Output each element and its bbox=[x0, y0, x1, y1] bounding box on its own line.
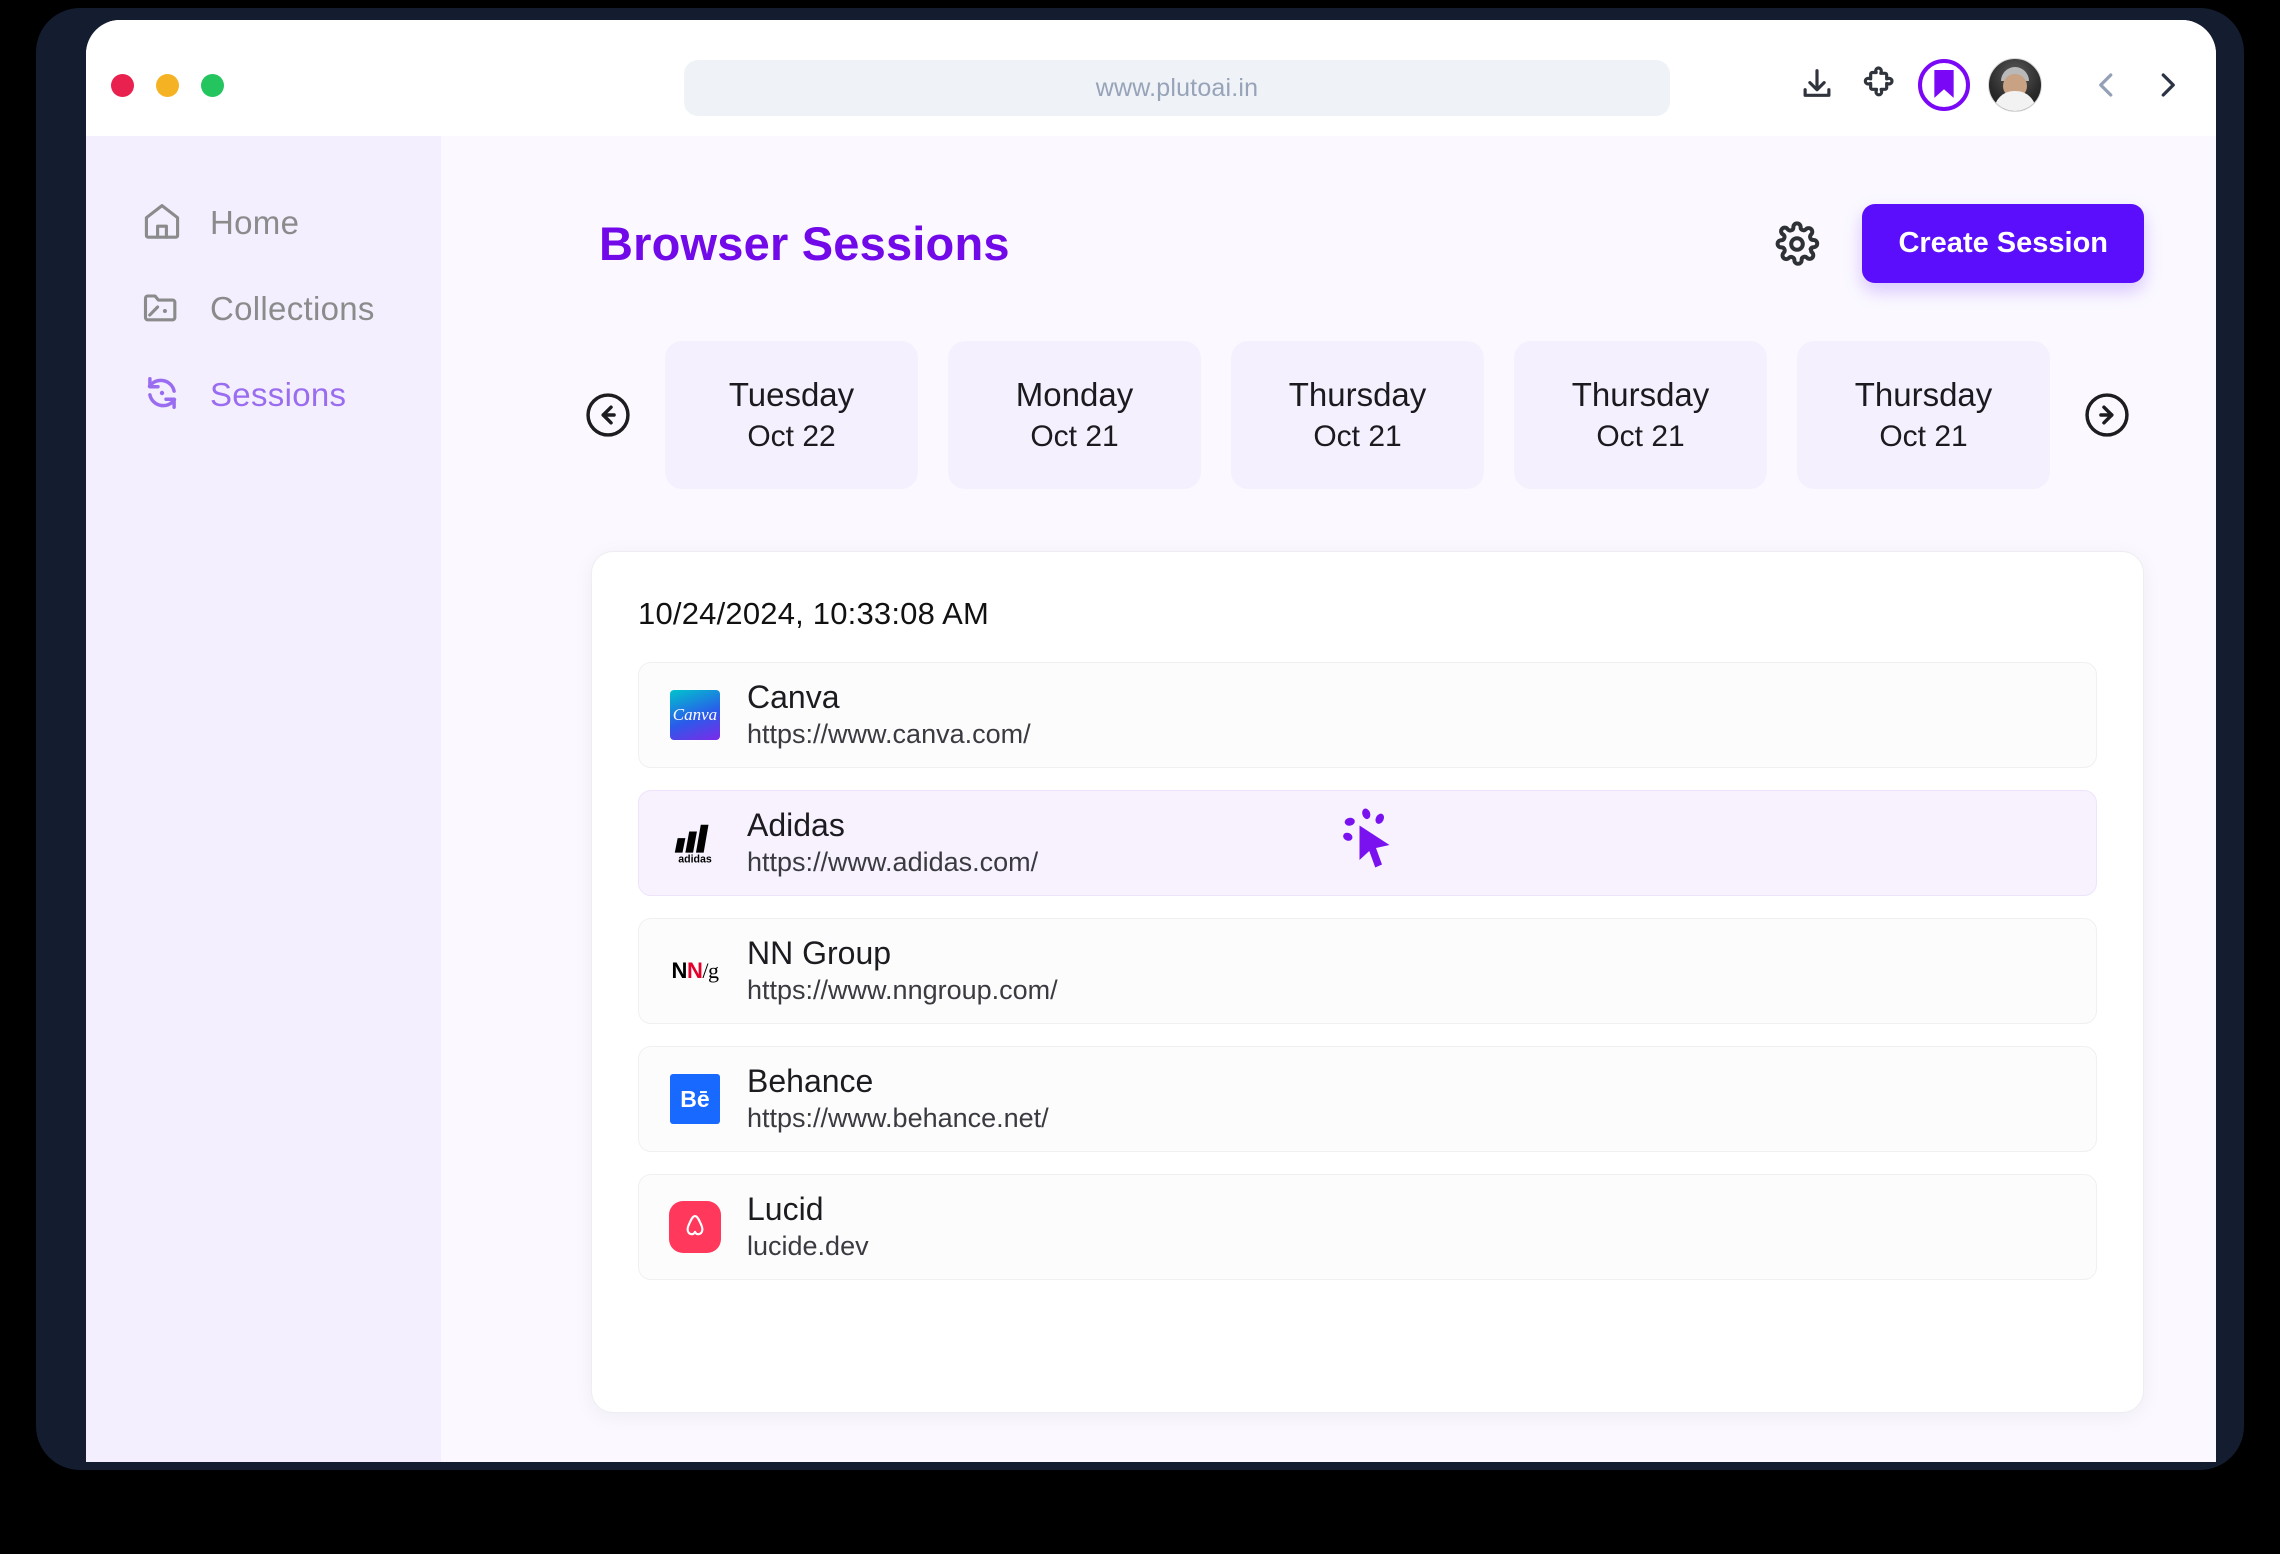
day-chip-weekday: Thursday bbox=[1855, 376, 1993, 414]
day-chip-weekday: Monday bbox=[1016, 376, 1133, 414]
session-timestamp: 10/24/2024, 10:33:08 AM bbox=[638, 596, 2097, 632]
pluto-bookmark-icon[interactable] bbox=[1918, 59, 1970, 111]
click-cursor-icon bbox=[1339, 808, 1401, 879]
download-icon[interactable] bbox=[1786, 54, 1848, 116]
nngroup-mark: NN/g bbox=[672, 958, 719, 984]
site-url: https://www.canva.com/ bbox=[747, 718, 1031, 752]
site-row-canva[interactable]: Canva Canva https://www.canva.com/ bbox=[638, 662, 2097, 768]
sync-icon bbox=[140, 371, 184, 420]
gear-icon[interactable] bbox=[1766, 213, 1828, 275]
maximize-window-button[interactable] bbox=[201, 74, 224, 97]
day-chip[interactable]: Monday Oct 21 bbox=[948, 341, 1201, 489]
canva-favicon: Canva bbox=[669, 689, 721, 741]
day-chip-date: Oct 21 bbox=[1879, 420, 1967, 454]
site-name: Adidas bbox=[747, 806, 1038, 844]
sidebar-item-collections[interactable]: Collections bbox=[86, 266, 441, 352]
site-name: Behance bbox=[747, 1062, 1049, 1100]
site-row-adidas[interactable]: adidas Adidas https://www.adidas.com/ bbox=[638, 790, 2097, 896]
site-name: NN Group bbox=[747, 934, 1058, 972]
behance-mark: Bē bbox=[670, 1074, 720, 1124]
forward-arrow-icon[interactable] bbox=[2144, 62, 2190, 108]
folder-icon bbox=[140, 285, 184, 334]
avatar-body bbox=[1994, 91, 2036, 112]
site-url: https://www.nngroup.com/ bbox=[747, 974, 1058, 1008]
sidebar-item-label: Home bbox=[210, 204, 299, 242]
browser-chrome: www.plutoai.in bbox=[86, 20, 2216, 136]
arrow-left-circle-icon[interactable] bbox=[581, 388, 635, 442]
app-body: Home Collections bbox=[86, 136, 2216, 1462]
site-name: Lucid bbox=[747, 1190, 869, 1228]
day-chip[interactable]: Tuesday Oct 22 bbox=[665, 341, 918, 489]
session-card: 10/24/2024, 10:33:08 AM Canva Canva http… bbox=[591, 551, 2144, 1413]
header-actions: Create Session bbox=[1766, 204, 2144, 283]
traffic-lights bbox=[111, 74, 224, 97]
close-window-button[interactable] bbox=[111, 74, 134, 97]
page-title: Browser Sessions bbox=[599, 216, 1010, 271]
day-chip-date: Oct 22 bbox=[747, 420, 835, 454]
sidebar: Home Collections bbox=[86, 136, 441, 1462]
site-row-lucid[interactable]: Lucid lucide.dev bbox=[638, 1174, 2097, 1280]
day-chip-weekday: Thursday bbox=[1289, 376, 1427, 414]
nng-slash: /g bbox=[702, 958, 718, 984]
browser-window: www.plutoai.in bbox=[86, 20, 2216, 1462]
nng-letter-2: N bbox=[687, 958, 702, 984]
sidebar-item-sessions[interactable]: Sessions bbox=[86, 352, 441, 438]
site-row-behance[interactable]: Bē Behance https://www.behance.net/ bbox=[638, 1046, 2097, 1152]
day-chip-weekday: Thursday bbox=[1572, 376, 1710, 414]
main-content: Browser Sessions Create Session bbox=[441, 136, 2216, 1462]
day-chip-date: Oct 21 bbox=[1030, 420, 1118, 454]
day-chip[interactable]: Thursday Oct 21 bbox=[1231, 341, 1484, 489]
site-text: Lucid lucide.dev bbox=[747, 1190, 869, 1264]
nngroup-favicon: NN/g bbox=[669, 945, 721, 997]
day-chip[interactable]: Thursday Oct 21 bbox=[1514, 341, 1767, 489]
sidebar-item-home[interactable]: Home bbox=[86, 180, 441, 266]
sidebar-item-label: Collections bbox=[210, 290, 375, 328]
device-frame: www.plutoai.in bbox=[36, 8, 2244, 1470]
home-icon bbox=[140, 199, 184, 248]
address-bar[interactable]: www.plutoai.in bbox=[684, 60, 1670, 116]
sidebar-item-label: Sessions bbox=[210, 376, 346, 414]
site-text: Canva https://www.canva.com/ bbox=[747, 678, 1031, 752]
arrow-right-circle-icon[interactable] bbox=[2080, 388, 2134, 442]
adidas-logo-svg: adidas bbox=[669, 820, 721, 866]
site-row-nngroup[interactable]: NN/g NN Group https://www.nngroup.com/ bbox=[638, 918, 2097, 1024]
page-header: Browser Sessions Create Session bbox=[441, 136, 2216, 283]
day-strip: Tuesday Oct 22 Monday Oct 21 Thursday Oc… bbox=[581, 283, 2156, 489]
site-url: https://www.behance.net/ bbox=[747, 1102, 1049, 1136]
day-chip-weekday: Tuesday bbox=[729, 376, 854, 414]
site-text: Behance https://www.behance.net/ bbox=[747, 1062, 1049, 1136]
url-text: www.plutoai.in bbox=[1096, 74, 1259, 103]
lucid-favicon bbox=[669, 1201, 721, 1253]
site-text: NN Group https://www.nngroup.com/ bbox=[747, 934, 1058, 1008]
canva-mark: Canva bbox=[670, 690, 720, 740]
site-name: Canva bbox=[747, 678, 1031, 716]
minimize-window-button[interactable] bbox=[156, 74, 179, 97]
svg-text:adidas: adidas bbox=[678, 853, 712, 865]
window-nav-arrows bbox=[2084, 62, 2190, 108]
behance-favicon: Bē bbox=[669, 1073, 721, 1125]
day-chip-date: Oct 21 bbox=[1313, 420, 1401, 454]
chrome-actions bbox=[1786, 54, 2190, 116]
lucid-mark bbox=[669, 1201, 721, 1253]
site-url: lucide.dev bbox=[747, 1230, 869, 1264]
site-url: https://www.adidas.com/ bbox=[747, 846, 1038, 880]
nng-letter-1: N bbox=[672, 958, 687, 984]
avatar[interactable] bbox=[1988, 58, 2042, 112]
day-chip-date: Oct 21 bbox=[1596, 420, 1684, 454]
back-arrow-icon[interactable] bbox=[2084, 62, 2130, 108]
adidas-favicon: adidas bbox=[669, 817, 721, 869]
day-chip[interactable]: Thursday Oct 21 bbox=[1797, 341, 2050, 489]
create-session-button[interactable]: Create Session bbox=[1862, 204, 2144, 283]
site-text: Adidas https://www.adidas.com/ bbox=[747, 806, 1038, 880]
extensions-icon[interactable] bbox=[1848, 54, 1910, 116]
